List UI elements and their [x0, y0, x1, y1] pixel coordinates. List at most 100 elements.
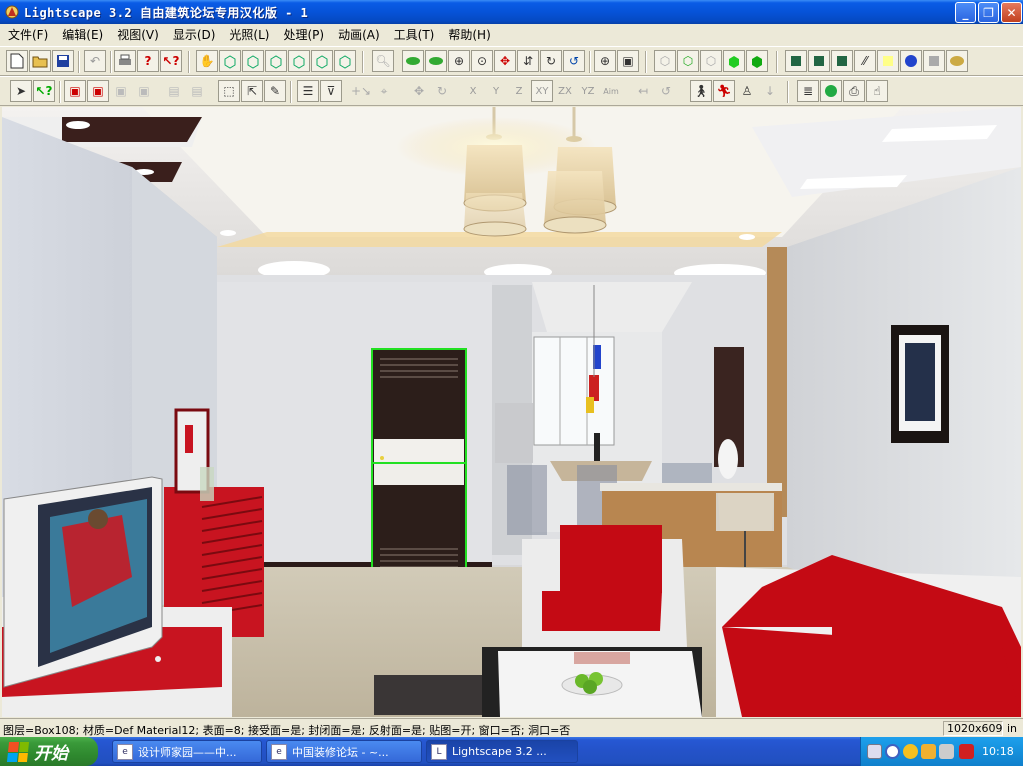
menu-tools[interactable]: 工具(T) — [390, 26, 439, 43]
globe-icon[interactable] — [900, 50, 922, 72]
undo-icon[interactable]: ↶ — [84, 50, 106, 72]
view-hand-icon[interactable]: ✋ — [196, 50, 218, 72]
color-swatch-icon[interactable] — [877, 50, 899, 72]
start-button[interactable]: 开始 — [0, 737, 98, 766]
layers-stack-icon[interactable]: ≣ — [797, 80, 819, 102]
disabled-tool-icon[interactable]: ▣ — [110, 80, 132, 102]
globe-link-icon[interactable] — [820, 80, 842, 102]
menu-display[interactable]: 显示(D) — [169, 26, 220, 43]
light-icon[interactable]: ↓ — [759, 80, 781, 102]
zoom-icon[interactable]: ⊙ — [471, 50, 493, 72]
undo-view-icon[interactable]: ↤ — [632, 80, 654, 102]
material-icon[interactable] — [785, 50, 807, 72]
pick-icon[interactable]: ✎ — [264, 80, 286, 102]
keyboard-icon[interactable] — [867, 744, 882, 759]
cube-front-icon[interactable] — [219, 50, 241, 72]
help-icon[interactable]: ? — [137, 50, 159, 72]
aim-button[interactable]: Aim — [600, 80, 622, 102]
axis-y-button[interactable]: Y — [485, 80, 507, 102]
security-shield-icon[interactable] — [959, 744, 974, 759]
select-surface-icon[interactable]: ▣ — [64, 80, 86, 102]
zoom-extents-icon[interactable]: ⊕ — [594, 50, 616, 72]
task-item-browser-2[interactable]: e 中国装修论坛 - ~... — [266, 740, 422, 763]
task-item-lightscape[interactable]: L Lightscape 3.2 ... — [426, 740, 578, 763]
select-arrow-icon[interactable]: ➤ — [10, 80, 32, 102]
texture-icon[interactable] — [808, 50, 830, 72]
tray-expand-icon[interactable] — [885, 744, 900, 759]
menu-edit[interactable]: 编辑(E) — [58, 26, 107, 43]
move-block-icon[interactable]: ⇱ — [241, 80, 263, 102]
volume-icon[interactable] — [939, 744, 954, 759]
cube-iso-icon[interactable] — [311, 50, 333, 72]
axis-z-button[interactable]: Z — [508, 80, 530, 102]
save-file-icon[interactable] — [52, 50, 74, 72]
title-bar[interactable]: Lightscape 3.2 自由建筑论坛专用汉化版 - 1 _ ❐ ✕ — [0, 0, 1023, 24]
cube-top-icon[interactable] — [242, 50, 264, 72]
axis-x-button[interactable]: X — [462, 80, 484, 102]
menu-light[interactable]: 光照(L) — [225, 26, 273, 43]
camera-icon[interactable]: ⎙ — [843, 80, 865, 102]
context-help-icon[interactable]: ↖? — [160, 50, 182, 72]
run-person-icon[interactable]: 🏃︎ — [713, 80, 735, 102]
layer-icon[interactable] — [831, 50, 853, 72]
menu-help[interactable]: 帮助(H) — [444, 26, 494, 43]
pointer-hand-icon[interactable]: ☝ — [866, 80, 888, 102]
minimize-icon: _ — [962, 5, 969, 20]
messenger-icon[interactable] — [903, 744, 918, 759]
snap-icon[interactable]: ⌖ — [373, 80, 395, 102]
query-icon[interactable]: ↖? — [33, 80, 55, 102]
zoom-window-icon[interactable]: ▣ — [617, 50, 639, 72]
plane-xy-button[interactable]: XY — [531, 80, 553, 102]
disabled-tool-icon[interactable]: ▤ — [163, 80, 185, 102]
restore-button[interactable]: ❐ — [978, 2, 999, 23]
pan-icon[interactable]: ✥ — [494, 50, 516, 72]
rotate-icon[interactable]: ↺ — [563, 50, 585, 72]
redo-view-icon[interactable]: ↺ — [655, 80, 677, 102]
walk-icon[interactable] — [425, 50, 447, 72]
menu-view[interactable]: 视图(V) — [113, 26, 163, 43]
pattern-icon[interactable]: ⁄⁄ — [854, 50, 876, 72]
add-point-icon[interactable]: +↘ — [350, 80, 372, 102]
plane-zx-button[interactable]: ZX — [554, 80, 576, 102]
wireframe-icon[interactable]: ⬡ — [654, 50, 676, 72]
orbit-icon[interactable] — [402, 50, 424, 72]
network-icon[interactable] — [921, 744, 936, 759]
render-icon[interactable] — [946, 50, 968, 72]
cube-side-icon[interactable] — [265, 50, 287, 72]
task-item-browser-1[interactable]: e 设计师家园——中... — [112, 740, 262, 763]
select-block-icon[interactable]: ⬚ — [218, 80, 240, 102]
zoom-plus-icon[interactable]: ⊕ — [448, 50, 470, 72]
new-file-icon[interactable] — [6, 50, 28, 72]
solid-cube-icon[interactable] — [723, 50, 745, 72]
open-file-icon[interactable] — [29, 50, 51, 72]
figure-icon[interactable]: ♙ — [736, 80, 758, 102]
close-button[interactable]: ✕ — [1001, 2, 1022, 23]
list-icon[interactable]: ☰ — [297, 80, 319, 102]
disabled-tool-icon[interactable]: ▤ — [186, 80, 208, 102]
wire-cube-icon[interactable]: ⬡ — [677, 50, 699, 72]
menu-process[interactable]: 处理(P) — [279, 26, 328, 43]
texture-map-icon[interactable] — [923, 50, 945, 72]
dolly-icon[interactable]: ⇵ — [517, 50, 539, 72]
lightscape-window: Lightscape 3.2 自由建筑论坛专用汉化版 - 1 _ ❐ ✕ 文件(… — [0, 0, 1023, 737]
minimize-button[interactable]: _ — [955, 2, 976, 23]
walk-person-icon[interactable]: 🚶︎ — [690, 80, 712, 102]
select-window-icon[interactable]: ▣ — [87, 80, 109, 102]
zoom-disabled-icon[interactable]: 🔍︎ — [372, 50, 394, 72]
toolbar-separator — [787, 81, 789, 103]
move-disabled-icon[interactable]: ✥ — [408, 80, 430, 102]
plane-yz-button[interactable]: YZ — [577, 80, 599, 102]
print-icon[interactable] — [114, 50, 136, 72]
menu-file[interactable]: 文件(F) — [4, 26, 52, 43]
lightscape-app-icon[interactable] — [4, 4, 20, 20]
rotate-disabled-icon[interactable]: ↻ — [431, 80, 453, 102]
cube-persp-icon[interactable] — [334, 50, 356, 72]
hidden-line-icon[interactable]: ⬡ — [700, 50, 722, 72]
render-viewport[interactable] — [2, 107, 1021, 717]
menu-animation[interactable]: 动画(A) — [334, 26, 384, 43]
cube-back-icon[interactable] — [288, 50, 310, 72]
roll-icon[interactable]: ↻ — [540, 50, 562, 72]
shaded-cube-icon[interactable] — [746, 50, 768, 72]
filter-icon[interactable]: ⊽ — [320, 80, 342, 102]
disabled-tool-icon[interactable]: ▣ — [133, 80, 155, 102]
